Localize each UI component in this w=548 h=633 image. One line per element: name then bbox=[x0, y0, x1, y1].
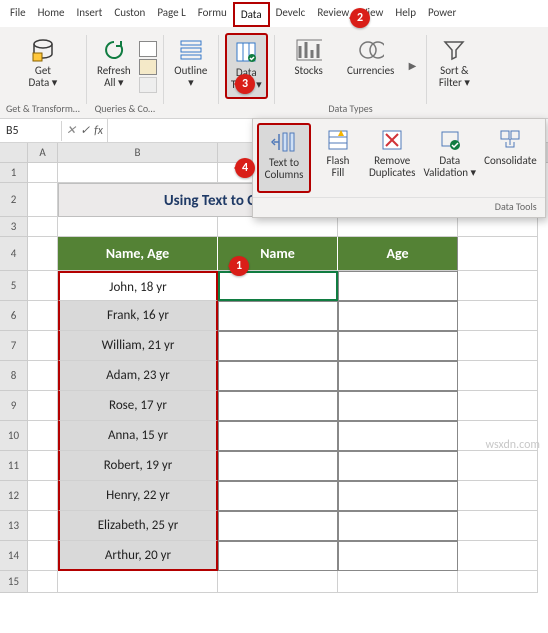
select-all-corner[interactable] bbox=[0, 143, 28, 162]
cell-B11[interactable]: Robert, 19 yr bbox=[58, 451, 218, 481]
row-4[interactable]: 4 bbox=[0, 237, 28, 271]
name-box[interactable]: B5 bbox=[0, 121, 62, 141]
cell-B5[interactable]: John, 18 yr bbox=[58, 271, 218, 301]
properties-icon[interactable] bbox=[139, 59, 157, 75]
cell-B12[interactable]: Henry, 22 yr bbox=[58, 481, 218, 511]
outline-icon bbox=[178, 37, 204, 63]
header-name-age[interactable]: Name, Age bbox=[58, 237, 218, 271]
funnel-icon bbox=[441, 37, 467, 63]
header-age[interactable]: Age bbox=[338, 237, 458, 271]
group-sort-filter: Sort & Filter ▾ bbox=[429, 31, 479, 118]
tab-data[interactable]: Data bbox=[233, 2, 270, 27]
tab-page-layout[interactable]: Page L bbox=[151, 2, 191, 27]
tab-developer[interactable]: Develc bbox=[270, 2, 312, 27]
consolidate-icon bbox=[497, 127, 523, 153]
group-get-transform: Get Data ▾ Get & Transform… bbox=[2, 31, 84, 118]
callout-2: 2 bbox=[350, 8, 370, 28]
cell-B9[interactable]: Rose, 17 yr bbox=[58, 391, 218, 421]
refresh-all-button[interactable]: Refresh All ▾ bbox=[93, 33, 135, 99]
text-to-columns-button[interactable]: Text to Columns bbox=[257, 123, 311, 193]
cell-B13[interactable]: Elizabeth, 25 yr bbox=[58, 511, 218, 541]
popup-group-label: Data Tools bbox=[253, 197, 545, 217]
row-6[interactable]: 6 bbox=[0, 301, 28, 331]
data-validation-icon bbox=[437, 127, 463, 153]
tab-help[interactable]: Help bbox=[389, 2, 422, 27]
row-7[interactable]: 7 bbox=[0, 331, 28, 361]
refresh-icon bbox=[101, 37, 127, 63]
cell-B10[interactable]: Anna, 15 yr bbox=[58, 421, 218, 451]
cell-B14[interactable]: Arthur, 20 yr bbox=[58, 541, 218, 571]
outline-button[interactable]: Outline ▾ bbox=[170, 33, 212, 99]
row-15[interactable]: 15 bbox=[0, 571, 28, 593]
group-data-types: Stocks Currencies ▶ Data Types bbox=[277, 31, 425, 118]
stocks-button[interactable]: Stocks bbox=[281, 33, 337, 99]
callout-1: 1 bbox=[229, 256, 249, 276]
ribbon: Get Data ▾ Get & Transform… Refresh All … bbox=[0, 27, 548, 119]
tab-file[interactable]: File bbox=[4, 2, 32, 27]
row-10[interactable]: 10 bbox=[0, 421, 28, 451]
row-3[interactable]: 3 bbox=[0, 217, 28, 237]
tab-insert[interactable]: Insert bbox=[71, 2, 109, 27]
cell-B7[interactable]: William, 21 yr bbox=[58, 331, 218, 361]
remove-duplicates-icon bbox=[379, 127, 405, 153]
remove-duplicates-button[interactable]: Remove Duplicates bbox=[365, 123, 419, 193]
get-data-button[interactable]: Get Data ▾ bbox=[22, 33, 64, 99]
data-tools-icon bbox=[233, 39, 259, 65]
cell-B8[interactable]: Adam, 23 yr bbox=[58, 361, 218, 391]
col-B[interactable]: B bbox=[58, 143, 218, 162]
group-queries: Refresh All ▾ Queries & Co… bbox=[89, 31, 161, 118]
row-13[interactable]: 13 bbox=[0, 511, 28, 541]
row-5[interactable]: 5 bbox=[0, 271, 28, 301]
currencies-icon bbox=[358, 37, 384, 63]
editlinks-icon[interactable] bbox=[139, 77, 157, 93]
grid: 1 2 Using Text to Columns Feature 3 4 Na… bbox=[0, 163, 548, 593]
data-validation-button[interactable]: Data Validation ▾ bbox=[419, 123, 480, 193]
sort-filter-button[interactable]: Sort & Filter ▾ bbox=[433, 33, 475, 99]
row-2[interactable]: 2 bbox=[0, 183, 28, 217]
flash-fill-button[interactable]: Flash Fill bbox=[311, 123, 365, 193]
cancel-icon[interactable]: ✕ bbox=[66, 123, 76, 138]
fx-icon[interactable]: fx bbox=[94, 124, 103, 138]
watermark: wsxdn.com bbox=[485, 438, 540, 452]
enter-icon[interactable]: ✓ bbox=[80, 123, 90, 138]
tab-custom[interactable]: Custon bbox=[108, 2, 151, 27]
row-12[interactable]: 12 bbox=[0, 481, 28, 511]
callout-4: 4 bbox=[235, 158, 255, 178]
consolidate-button[interactable]: Consolidate bbox=[480, 123, 541, 193]
text-to-columns-icon bbox=[271, 129, 297, 155]
row-9[interactable]: 9 bbox=[0, 391, 28, 421]
callout-3: 3 bbox=[235, 74, 255, 94]
row-1[interactable]: 1 bbox=[0, 163, 28, 183]
row-8[interactable]: 8 bbox=[0, 361, 28, 391]
currencies-button[interactable]: Currencies bbox=[341, 33, 401, 99]
tab-strip: File Home Insert Custon Page L Formu Dat… bbox=[0, 0, 548, 27]
col-A[interactable]: A bbox=[28, 143, 58, 162]
barrel-icon bbox=[30, 37, 56, 63]
row-14[interactable]: 14 bbox=[0, 541, 28, 571]
data-tools-popup: Text to Columns Flash Fill Remove Duplic… bbox=[252, 118, 546, 218]
stocks-icon bbox=[296, 37, 322, 63]
tab-formulas[interactable]: Formu bbox=[192, 2, 233, 27]
overflow-icon[interactable]: ▶ bbox=[405, 59, 421, 72]
row-11[interactable]: 11 bbox=[0, 451, 28, 481]
tab-power[interactable]: Power bbox=[422, 2, 462, 27]
flash-fill-icon bbox=[325, 127, 351, 153]
cell-B6[interactable]: Frank, 16 yr bbox=[58, 301, 218, 331]
group-outline: Outline ▾ bbox=[166, 31, 216, 118]
queries-icon[interactable] bbox=[139, 41, 157, 57]
tab-home[interactable]: Home bbox=[32, 2, 71, 27]
